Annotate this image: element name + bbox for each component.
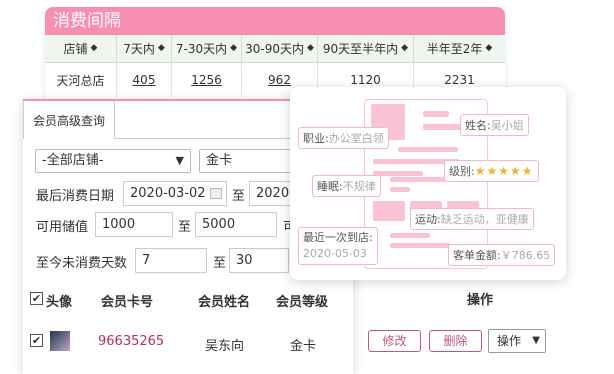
row-checkbox[interactable]: ✔ [30,334,43,347]
balance-label: 可用储值 [36,220,89,235]
cell-7d[interactable]: 405 [117,63,172,97]
member-profile-card: 职业:办公室白领 姓名:吴小姐 级别:★★★★★ 睡眠:不规律 运动:缺乏运动，… [290,87,566,280]
last-consume-label: 最后消费日期 [36,189,115,204]
table-header-row: 店铺 ◆ 7天内 ◆ 7-30天内 ◆ 30-90天内 ◆ 90天至半年内 ◆ 半年至2年… [45,35,505,63]
tag-level: 级别:★★★★★ [444,160,539,182]
col-header-store[interactable]: 店铺 ◆ [45,35,117,62]
member-level: 金卡 [290,339,317,354]
col-header-half-year-2y[interactable]: 半年至2年 ◆ [414,35,505,62]
date-from-input[interactable]: 2020-03-02 [123,181,227,206]
member-card-number[interactable]: 96635265 [98,334,164,349]
sort-icon[interactable]: ◆ [230,44,237,53]
tag-sleep: 睡眠:不规律 [312,175,381,197]
col-avatar: 头像 [46,295,73,310]
tag-avg-amount: 客单金额:￥786.65 [448,244,556,266]
balance-min-input[interactable]: 1000 [95,212,173,237]
sort-icon[interactable]: ◆ [401,44,408,53]
balance-max-input[interactable]: 5000 [195,212,277,237]
to-label: 至 [232,189,246,204]
sort-icon[interactable]: ◆ [91,44,98,53]
text-placeholder [373,171,423,176]
delete-button[interactable]: 删除 [429,330,482,352]
cell-7-30d[interactable]: 1256 [172,63,242,97]
image-placeholder [373,201,405,221]
calendar-icon[interactable] [210,188,222,199]
text-placeholder [390,243,450,248]
avatar [50,331,70,351]
sort-icon[interactable]: ◆ [307,44,314,53]
tab-member-advanced-query[interactable]: 会员高级查询 [23,101,115,139]
tag-recent-visit: 最近一次到店: 2020-05-03 [298,227,378,265]
text-placeholder [390,233,430,238]
days-min-input[interactable]: 7 [135,248,207,273]
col-header-30-90d[interactable]: 30-90天内 ◆ [242,35,318,62]
text-placeholder [390,187,410,192]
stage: 消费间隔 店铺 ◆ 7天内 ◆ 7-30天内 ◆ 30-90天内 ◆ 90天至半年内 ◆ … [0,0,614,374]
text-placeholder [398,147,458,152]
col-header-7d[interactable]: 7天内 ◆ [117,35,172,62]
days-max-input[interactable]: 30 [229,248,289,273]
tag-name: 姓名:吴小姐 [460,114,529,136]
tag-occupation: 职业:办公室白领 [298,127,389,149]
edit-button[interactable]: 修改 [368,330,421,352]
cell-store: 天河总店 [45,63,117,97]
store-select[interactable]: -全部店铺- ▼ [35,149,191,173]
col-header-90d-half-year[interactable]: 90天至半年内 ◆ [318,35,414,62]
tag-sport: 运动:缺乏运动，亚健康 [410,208,534,230]
sort-icon[interactable]: ◆ [485,44,492,53]
select-all-checkbox[interactable]: ✔ [30,292,43,305]
col-operation: 操作 [467,293,494,308]
col-header-7-30d[interactable]: 7-30天内 ◆ [172,35,242,62]
col-member-name: 会员姓名 [198,295,251,310]
text-placeholder [423,111,449,117]
star-rating-icon: ★★★★★ [474,164,534,178]
to-label: 至 [178,220,192,235]
caret-down-icon: ▼ [175,154,184,167]
operation-select[interactable]: 操作 ▼ [488,329,546,353]
caret-down-icon: ▼ [532,335,540,346]
to-label: 至 [213,256,227,271]
member-name: 吴东向 [205,339,245,354]
days-label: 至今未消费天数 [36,256,128,271]
sort-icon[interactable]: ◆ [158,44,165,53]
col-member-level: 会员等级 [276,295,329,310]
table-title: 消费间隔 [45,7,505,35]
col-card-number: 会员卡号 [101,295,154,310]
